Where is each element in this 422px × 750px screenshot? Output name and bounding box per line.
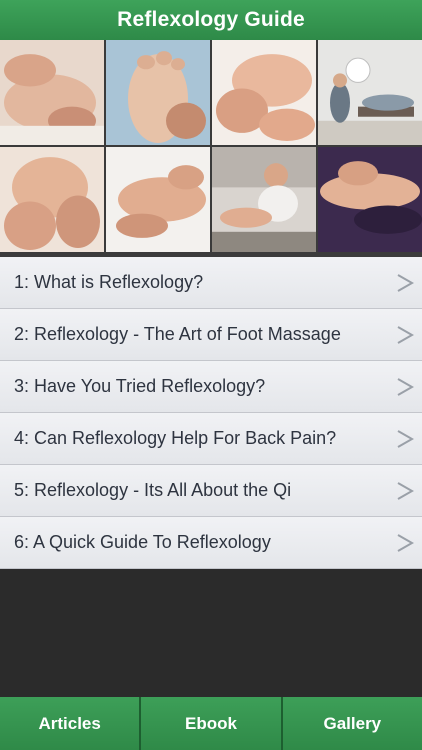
article-label: 6: A Quick Guide To Reflexology (14, 532, 271, 552)
chevron-right-icon (397, 273, 414, 292)
tab-ebook[interactable]: Ebook (141, 697, 283, 750)
thumb-pressure-photo (0, 147, 104, 252)
article-label: 3: Have You Tried Reflexology? (14, 376, 266, 396)
treatment-room-photo (318, 40, 422, 145)
photo-collage (0, 40, 422, 252)
leg-massage-photo (318, 147, 422, 252)
article-row-1[interactable]: 1: What is Reflexology? (0, 257, 422, 309)
article-list: 1: What is Reflexology? 2: Reflexology -… (0, 257, 422, 569)
tab-articles[interactable]: Articles (0, 697, 142, 750)
article-row-2[interactable]: 2: Reflexology - The Art of Foot Massage (0, 309, 422, 361)
article-label: 2: Reflexology - The Art of Foot Massage (14, 324, 341, 344)
sole-of-foot-photo (106, 40, 210, 145)
page-title: Reflexology Guide (117, 8, 305, 31)
article-label: 1: What is Reflexology? (14, 272, 204, 292)
article-row-3[interactable]: 3: Have You Tried Reflexology? (0, 361, 422, 413)
tab-bar: Articles Ebook Gallery (0, 697, 422, 750)
chevron-right-icon (397, 429, 414, 448)
article-row-5[interactable]: 5: Reflexology - Its All About the Qi (0, 465, 422, 517)
article-label: 5: Reflexology - Its All About the Qi (14, 480, 292, 500)
tab-gallery[interactable]: Gallery (282, 697, 422, 750)
article-row-6[interactable]: 6: A Quick Guide To Reflexology (0, 517, 422, 569)
chevron-right-icon (397, 377, 414, 396)
toe-massage-photo (212, 40, 316, 145)
foot-pressure-photo (106, 147, 210, 252)
hands-on-foot-photo (0, 40, 104, 145)
article-label: 4: Can Reflexology Help For Back Pain? (14, 428, 337, 448)
chevron-right-icon (397, 481, 414, 500)
app-header: Reflexology Guide (0, 0, 422, 41)
therapist-session-photo (212, 147, 316, 252)
article-row-4[interactable]: 4: Can Reflexology Help For Back Pain? (0, 413, 422, 465)
chevron-right-icon (397, 533, 414, 552)
chevron-right-icon (397, 325, 414, 344)
